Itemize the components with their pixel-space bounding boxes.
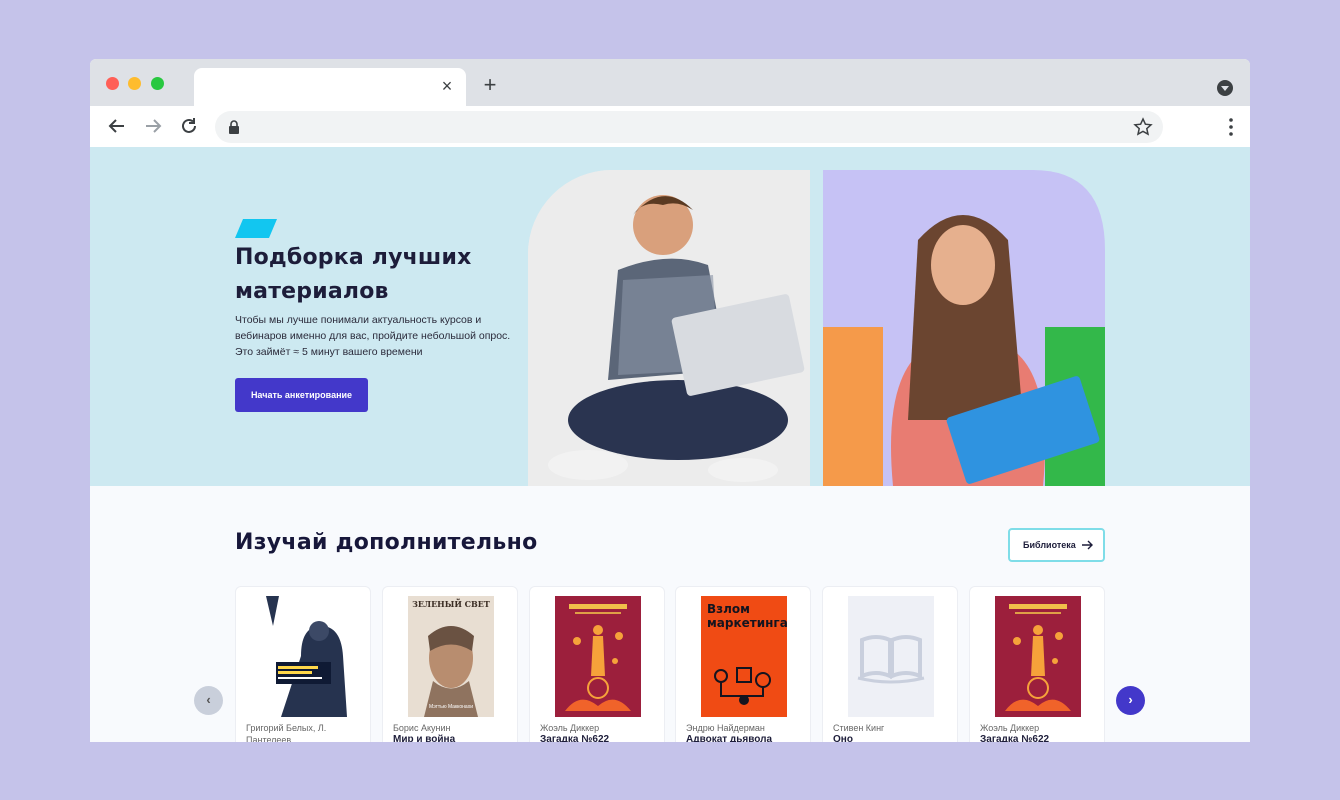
hero-banner: Подборка лучших материалов Чтобы мы лучш…: [90, 147, 1250, 486]
carousel-prev-button[interactable]: ‹: [194, 686, 223, 715]
book-card[interactable]: Григорий Белых, Л. Пантелеев: [235, 586, 371, 742]
man-with-laptop-image: [528, 170, 810, 486]
book-cover-image: [995, 596, 1081, 717]
tab-bar: × +: [90, 59, 1250, 106]
new-tab-button[interactable]: +: [480, 74, 500, 96]
hero-title-line: материалов: [235, 279, 389, 304]
library-button[interactable]: Библиотека: [1008, 528, 1105, 562]
carousel-next-button[interactable]: ›: [1116, 686, 1145, 715]
book-title: Загадка №622: [980, 734, 1050, 742]
arrow-right-icon: [1082, 540, 1093, 550]
book-cover-image: Взлом маркетинга: [701, 596, 787, 717]
book-cover-image: [261, 596, 347, 717]
library-button-label: Библиотека: [1023, 540, 1076, 550]
brand-mark-icon: [235, 219, 277, 238]
book-title: Оно: [833, 734, 853, 742]
book-author: Жоэль Диккер: [980, 723, 1040, 733]
book-author: Борис Акунин: [393, 723, 451, 733]
book-card[interactable]: Жоэль Диккер Загадка №622: [529, 586, 665, 742]
portrait-illustration: [424, 626, 478, 717]
student-girl-image: [823, 170, 1105, 486]
browser-toolbar: [90, 106, 1250, 147]
hero-description: Чтобы мы лучше понимали актуальность кур…: [235, 314, 511, 358]
browser-tab[interactable]: ×: [194, 68, 466, 106]
book-author: Григорий Белых, Л. Пантелеев: [246, 723, 327, 742]
address-bar[interactable]: [215, 111, 1163, 143]
start-survey-button[interactable]: Начать анкетирование: [235, 378, 368, 412]
reload-icon[interactable]: [178, 115, 200, 137]
book-author: Эндрю Найдерман: [686, 723, 765, 733]
marketing-illustration: [714, 667, 771, 705]
maximize-window-button[interactable]: [151, 77, 164, 90]
book-title: Мир и война: [393, 734, 456, 742]
bookmark-star-icon[interactable]: [1133, 117, 1153, 137]
tab-search-icon[interactable]: [1217, 80, 1233, 96]
tab-close-icon[interactable]: ×: [438, 77, 456, 95]
section-title: Изучай дополнительно: [235, 530, 538, 555]
hero-title-line: Подборка лучших: [235, 245, 472, 270]
book-card[interactable]: Стивен Кинг Оно: [822, 586, 958, 742]
book-card[interactable]: Взлом маркетинга Эндрю Найдерман Адвокат…: [675, 586, 811, 742]
book-title: Загадка №622: [540, 734, 610, 742]
browser-window: × + Подборка лучших материалов Чтобы мы …: [90, 59, 1250, 742]
back-arrow-icon[interactable]: [106, 115, 128, 137]
learn-more-section: Изучай дополнительно Библиотека Григорий…: [90, 486, 1250, 742]
more-menu-icon[interactable]: [1228, 117, 1234, 137]
book-cover-image: [555, 596, 641, 717]
book-card[interactable]: Жоэль Диккер Загадка №622: [969, 586, 1105, 742]
book-cover-image: ЗЕЛЕНЫЙ СВЕТ Мэттью Макконахи: [408, 596, 494, 717]
book-author: Жоэль Диккер: [540, 723, 600, 733]
minimize-window-button[interactable]: [128, 77, 141, 90]
lock-icon: [229, 120, 239, 134]
book-title: Адвокат дьявола: [686, 734, 773, 742]
forward-arrow-icon[interactable]: [142, 115, 164, 137]
book-placeholder-icon: [848, 596, 934, 717]
cover-author: Мэттью Макконахи: [428, 704, 474, 710]
close-window-button[interactable]: [106, 77, 119, 90]
book-author: Стивен Кинг: [833, 723, 885, 733]
book-card[interactable]: ЗЕЛЕНЫЙ СВЕТ Мэттью Макконахи Борис Акун…: [382, 586, 518, 742]
hero-title: Подборка лучших материалов: [235, 241, 535, 309]
